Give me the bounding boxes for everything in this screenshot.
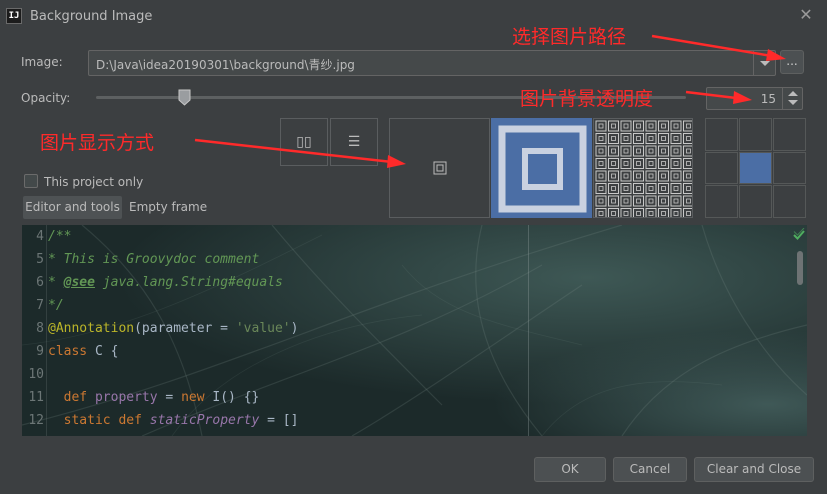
this-project-only-label[interactable]: This project only [44,175,143,189]
code-line: 6 * @see java.lang.String#equals [22,271,807,294]
ok-button[interactable]: OK [534,457,606,482]
center-mode-icon [433,161,447,175]
anchor-grid [705,118,806,218]
chevron-down-icon[interactable] [788,100,798,105]
line-number: 8 [36,321,44,336]
inspection-ok-icon[interactable] [792,228,806,242]
fill-mode-tile[interactable] [593,118,693,218]
annotation-opacity: 图片背景透明度 [520,88,654,110]
code-text: static def staticProperty = [] [63,413,299,428]
target-editor-and-tools[interactable]: Editor and tools [23,196,122,219]
flip-vertical-button[interactable]: ☰ [330,118,378,166]
editor-preview: 4 /** 5 * This is Groovydoc comment 6 * @see … [22,225,807,436]
editor-scrollbar-thumb[interactable] [797,251,803,285]
fill-mode-center[interactable] [389,118,490,218]
fill-mode-scale[interactable] [491,118,592,218]
code-text: /** [48,229,72,244]
close-icon[interactable]: ✕ [798,6,814,24]
flip-horizontal-button[interactable]: ▯▯ [280,118,328,166]
code-line: 7 */ [22,294,807,317]
annotation-path: 选择图片路径 [512,26,627,48]
anchor-cell[interactable] [773,151,806,185]
line-number: 6 [36,275,44,290]
flip-horizontal-icon: ▯▯ [296,134,312,150]
code-line: 11 def property = new I() {} [22,386,807,409]
image-path-value: D:\Java\idea20190301\background\青纱.jpg [96,58,355,72]
code-text: def property = new I() {} [63,390,260,405]
code-text: class C { [48,344,119,359]
target-empty-frame[interactable]: Empty frame [126,196,210,219]
line-number: 7 [36,298,44,313]
line-number: 12 [28,413,44,428]
anchor-cell[interactable] [773,118,806,151]
opacity-spinner-value: 15 [760,92,776,106]
annotation-display-mode: 图片显示方式 [40,132,155,154]
dialog-title: Background Image [30,9,153,24]
clear-and-close-button[interactable]: Clear and Close [694,457,814,482]
line-number: 9 [36,344,44,359]
anchor-cell[interactable] [739,185,772,218]
opacity-spinner[interactable]: 15 [706,87,803,110]
anchor-cell[interactable] [739,118,772,151]
code-line: 5 * This is Groovydoc comment [22,248,807,271]
line-number: 5 [36,252,44,267]
code-line: 12 static def staticProperty = [] [22,409,807,432]
browse-button[interactable]: ... [780,50,804,74]
anchor-cell[interactable] [705,185,738,218]
flip-vertical-icon: ☰ [347,134,361,150]
image-label: Image: [21,55,63,69]
line-number: 4 [36,229,44,244]
code-text: * This is Groovydoc comment [48,252,260,267]
anchor-cell[interactable] [739,151,772,185]
chevron-down-icon[interactable] [753,51,775,75]
line-number: 11 [28,390,44,405]
anchor-cell[interactable] [773,185,806,218]
tile-mode-icon [595,120,692,217]
anchor-cell[interactable] [705,118,738,151]
opacity-label: Opacity: [21,91,71,105]
intellij-app-icon: IJ [6,8,22,24]
code-line: 9 class C { [22,340,807,363]
anchor-cell[interactable] [705,151,738,185]
this-project-only-checkbox[interactable] [24,174,38,188]
code-line: 8 @Annotation(parameter = 'value') [22,317,807,340]
spinner-buttons[interactable] [782,88,802,109]
code-line: 10 [22,363,807,386]
opacity-slider-thumb[interactable] [178,89,191,106]
code-text: @Annotation(parameter = 'value') [48,321,299,336]
image-path-combobox[interactable]: D:\Java\idea20190301\background\青纱.jpg [88,50,776,76]
code-line: 4 /** [22,225,807,248]
code-text: */ [48,298,64,313]
chevron-up-icon[interactable] [788,91,798,96]
line-number: 10 [28,367,44,382]
code-text: * @see java.lang.String#equals [48,275,283,290]
cancel-button[interactable]: Cancel [613,457,687,482]
scale-mode-icon [498,125,587,213]
